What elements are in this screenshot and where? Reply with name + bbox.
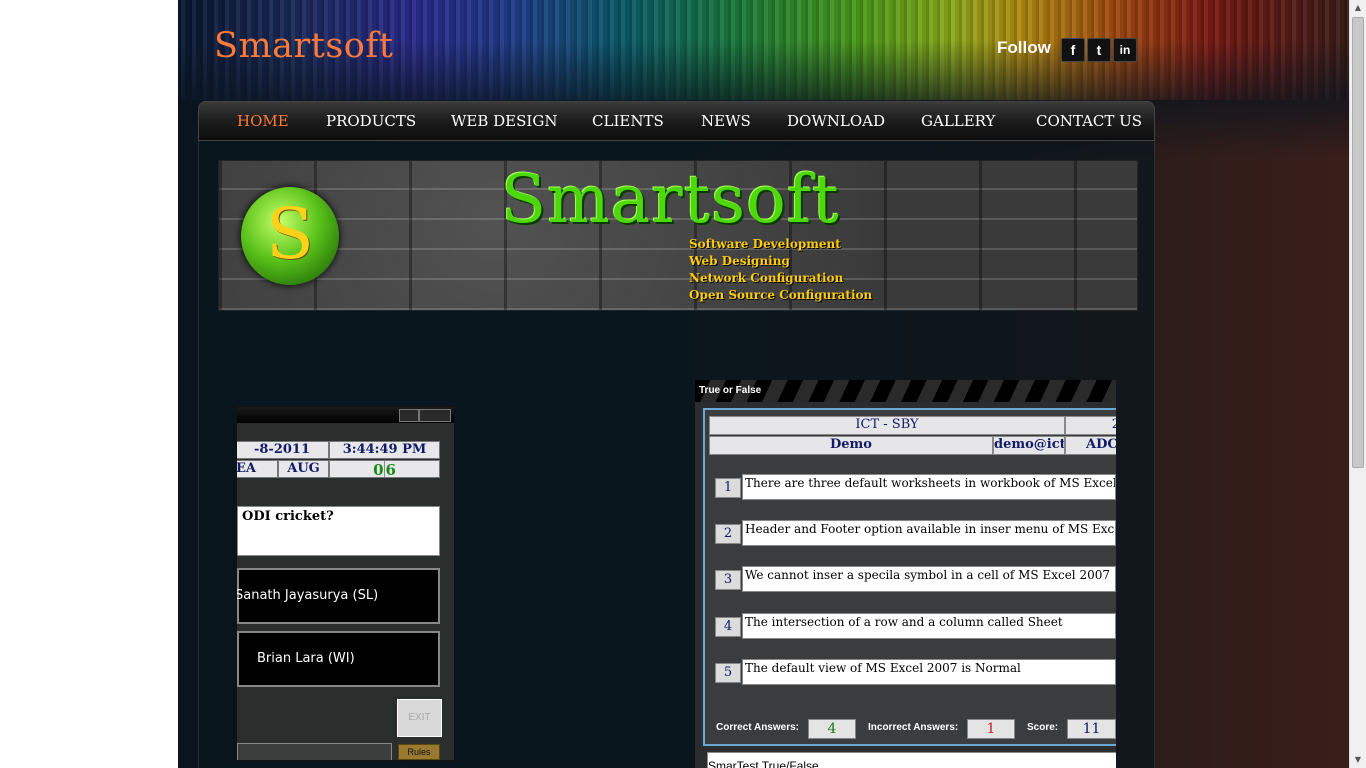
page: Smartsoft Follow f t in HOME PRODUCTS WE… xyxy=(178,0,1349,768)
site-logo[interactable]: Smartsoft xyxy=(214,26,393,66)
true-false-app-screenshot: True or False ICT - SBY 2 Demo demo@ict … xyxy=(695,380,1116,768)
banner-line-4: Open Source Configuration xyxy=(689,288,873,302)
quiz-date: -8-2011 xyxy=(237,441,329,459)
quiz-app-body: -8-2011 3:44:49 PM EA AUG 06 ODI cricket… xyxy=(237,423,454,760)
score-value: 11 xyxy=(1067,719,1116,739)
twitter-icon[interactable]: t xyxy=(1087,38,1111,62)
nav-item-clients[interactable]: CLIENTS xyxy=(592,112,664,130)
nav-item-download[interactable]: DOWNLOAD xyxy=(787,112,885,130)
question-number-3: 3 xyxy=(715,570,741,590)
minimize-icon xyxy=(399,409,419,422)
quiz-code: EA xyxy=(237,460,278,478)
follow-label: Follow xyxy=(997,38,1051,57)
nav-item-gallery[interactable]: GALLERY xyxy=(921,112,995,130)
tf-user-id: demo@ict xyxy=(993,436,1065,455)
rules-button: Rules xyxy=(398,744,440,760)
tf-header-right: 2 xyxy=(1065,416,1116,435)
tf-footer: SmarTest True/False xyxy=(707,752,1116,768)
nav-item-products[interactable]: PRODUCTS xyxy=(326,112,416,130)
quiz-app-screenshot: -8-2011 3:44:49 PM EA AUG 06 ODI cricket… xyxy=(236,406,455,761)
linkedin-icon[interactable]: in xyxy=(1113,38,1137,62)
exit-button: EXIT xyxy=(397,699,442,737)
counter-b: 6 xyxy=(383,461,396,478)
banner-image: S Smartsoft Software Development Web Des… xyxy=(218,160,1138,311)
question-text-2: Header and Footer option available in in… xyxy=(742,520,1116,546)
correct-answers-label: Correct Answers: xyxy=(716,722,799,733)
incorrect-answers-value: 1 xyxy=(967,719,1015,739)
answer-option-2: Brian Lara (WI) xyxy=(237,631,440,687)
banner-logo-ball: S xyxy=(241,187,339,285)
banner-line-1: Software Development xyxy=(689,237,841,251)
close-icon xyxy=(419,409,451,422)
question-number-5: 5 xyxy=(715,663,741,683)
quiz-month: AUG xyxy=(278,460,329,478)
quiz-app-titlebar xyxy=(237,407,454,423)
correct-answers-value: 4 xyxy=(808,719,856,739)
counter-a: 0 xyxy=(373,461,384,478)
facebook-icon[interactable]: f xyxy=(1061,38,1085,62)
tf-titlebar: True or False xyxy=(695,380,1116,402)
question-number-4: 4 xyxy=(715,617,741,637)
nav-item-news[interactable]: NEWS xyxy=(701,112,751,130)
question-text-4: The intersection of a row and a column c… xyxy=(742,613,1116,639)
question-text-1: There are three default worksheets in wo… xyxy=(742,474,1116,500)
quiz-question: ODI cricket? xyxy=(237,506,440,556)
tf-window-title: True or False xyxy=(699,385,762,396)
answer-option-1: Sanath Jayasurya (SL) xyxy=(237,568,440,624)
question-number-2: 2 xyxy=(715,524,741,544)
main-nav: HOME PRODUCTS WEB DESIGN CLIENTS NEWS DO… xyxy=(198,101,1155,141)
banner-title: Smartsoft xyxy=(501,161,840,238)
incorrect-answers-label: Incorrect Answers: xyxy=(868,722,959,733)
banner-line-2: Web Designing xyxy=(689,254,790,268)
quiz-bottom-field xyxy=(237,743,392,760)
question-number-1: 1 xyxy=(715,478,741,498)
quiz-time: 3:44:49 PM xyxy=(329,441,440,459)
question-text-5: The default view of MS Excel 2007 is Nor… xyxy=(742,659,1116,685)
nav-item-home[interactable]: HOME xyxy=(237,112,289,130)
banner-line-3: Network Configuration xyxy=(689,271,844,285)
score-label: Score: xyxy=(1027,722,1059,733)
vertical-scrollbar[interactable]: ▲ ▼ xyxy=(1349,0,1366,768)
scroll-thumb[interactable] xyxy=(1352,17,1364,468)
scroll-down-icon[interactable]: ▼ xyxy=(1350,752,1366,768)
nav-item-web-design[interactable]: WEB DESIGN xyxy=(451,112,557,130)
quiz-counter: 06 xyxy=(329,460,440,478)
tf-user-extra: ADC xyxy=(1065,436,1116,455)
scroll-up-icon[interactable]: ▲ xyxy=(1350,0,1366,16)
question-text-3: We cannot inser a specila symbol in a ce… xyxy=(742,566,1116,592)
tf-header-left: ICT - SBY xyxy=(709,416,1065,435)
nav-item-contact-us[interactable]: CONTACT US xyxy=(1036,112,1142,130)
tf-user-name: Demo xyxy=(709,436,993,455)
